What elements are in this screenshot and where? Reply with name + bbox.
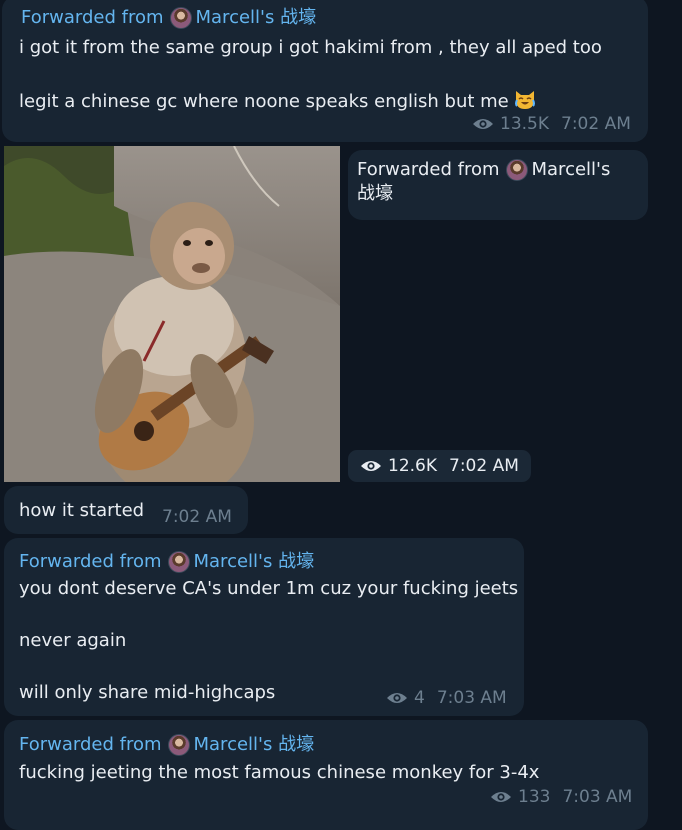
message-text-line: you dont deserve CA's under 1m cuz your …	[19, 578, 519, 599]
message-time: 7:03 AM	[562, 787, 633, 807]
monkey-playing-ukulele-photo[interactable]	[4, 146, 340, 482]
forwarded-prefix: Forwarded from	[19, 551, 162, 572]
channel-avatar-icon	[505, 159, 528, 181]
view-count: 13.5K	[500, 114, 549, 134]
forwarded-prefix: Forwarded from	[357, 159, 500, 180]
message-bubble-3[interactable]: how it started 7:02 AM	[4, 486, 248, 534]
channel-avatar-icon	[167, 734, 190, 756]
eye-icon	[473, 119, 493, 129]
channel-avatar-icon	[167, 551, 190, 573]
forwarded-source[interactable]: Marcell's 战壕	[194, 733, 315, 757]
forwarded-header[interactable]: Forwarded from Marcell's 战壕	[19, 733, 314, 757]
eye-icon	[387, 693, 407, 703]
view-count: 12.6K	[388, 456, 437, 476]
forwarded-header[interactable]: Forwarded from Marcell's 战壕	[19, 550, 314, 574]
message-bubble-4[interactable]: Forwarded from Marcell's 战壕 you dont des…	[4, 538, 524, 716]
message-bubble-1[interactable]: Forwarded from Marcell's 战壕 i got it fro…	[2, 0, 648, 142]
message-bubble-2[interactable]: Forwarded from Marcell's 战壕	[348, 150, 648, 220]
message-text: how it started	[19, 500, 145, 521]
message-text-line: fucking jeeting the most famous chinese …	[19, 762, 540, 783]
forwarded-source[interactable]: Marcell's 战壕	[194, 550, 315, 574]
forwarded-header[interactable]: Forwarded from Marcell's 战壕	[357, 158, 610, 206]
message-text: legit a chinese gc where noone speaks en…	[19, 91, 509, 112]
message-time: 7:02 AM	[449, 456, 519, 476]
message-bubble-5[interactable]: Forwarded from Marcell's 战壕 fucking jeet…	[4, 720, 648, 830]
channel-avatar-icon	[169, 7, 192, 29]
photo-meta: 12.6K 7:02 AM	[348, 450, 531, 482]
forwarded-source[interactable]: Marcell's	[532, 158, 611, 182]
forwarded-prefix: Forwarded from	[19, 734, 162, 755]
photo-image	[4, 146, 340, 482]
forwarded-source-continued[interactable]: 战壕	[357, 182, 393, 206]
message-text-line: will only share mid-highcaps	[19, 682, 276, 703]
view-count: 133	[518, 787, 551, 807]
message-time: 7:03 AM	[436, 688, 507, 708]
forwarded-source[interactable]: Marcell's 战壕	[196, 6, 317, 30]
message-meta: 13.5K 7:02 AM	[472, 114, 631, 134]
message-time: 7:02 AM	[561, 114, 631, 134]
forwarded-prefix: Forwarded from	[21, 7, 164, 28]
message-text-line: i got it from the same group i got hakim…	[19, 37, 602, 58]
message-text-line: never again	[19, 630, 127, 651]
view-count: 4	[414, 688, 425, 708]
message-text-line: legit a chinese gc where noone speaks en…	[19, 87, 537, 115]
message-time: 7:02 AM	[162, 507, 232, 527]
eye-icon	[491, 792, 511, 802]
crying-laughing-cat-emoji-icon	[514, 91, 535, 109]
message-meta: 133 7:03 AM	[490, 787, 632, 807]
eye-icon	[361, 461, 381, 471]
forwarded-header[interactable]: Forwarded from Marcell's 战壕	[21, 6, 316, 30]
message-meta: 4 7:03 AM	[386, 688, 507, 708]
